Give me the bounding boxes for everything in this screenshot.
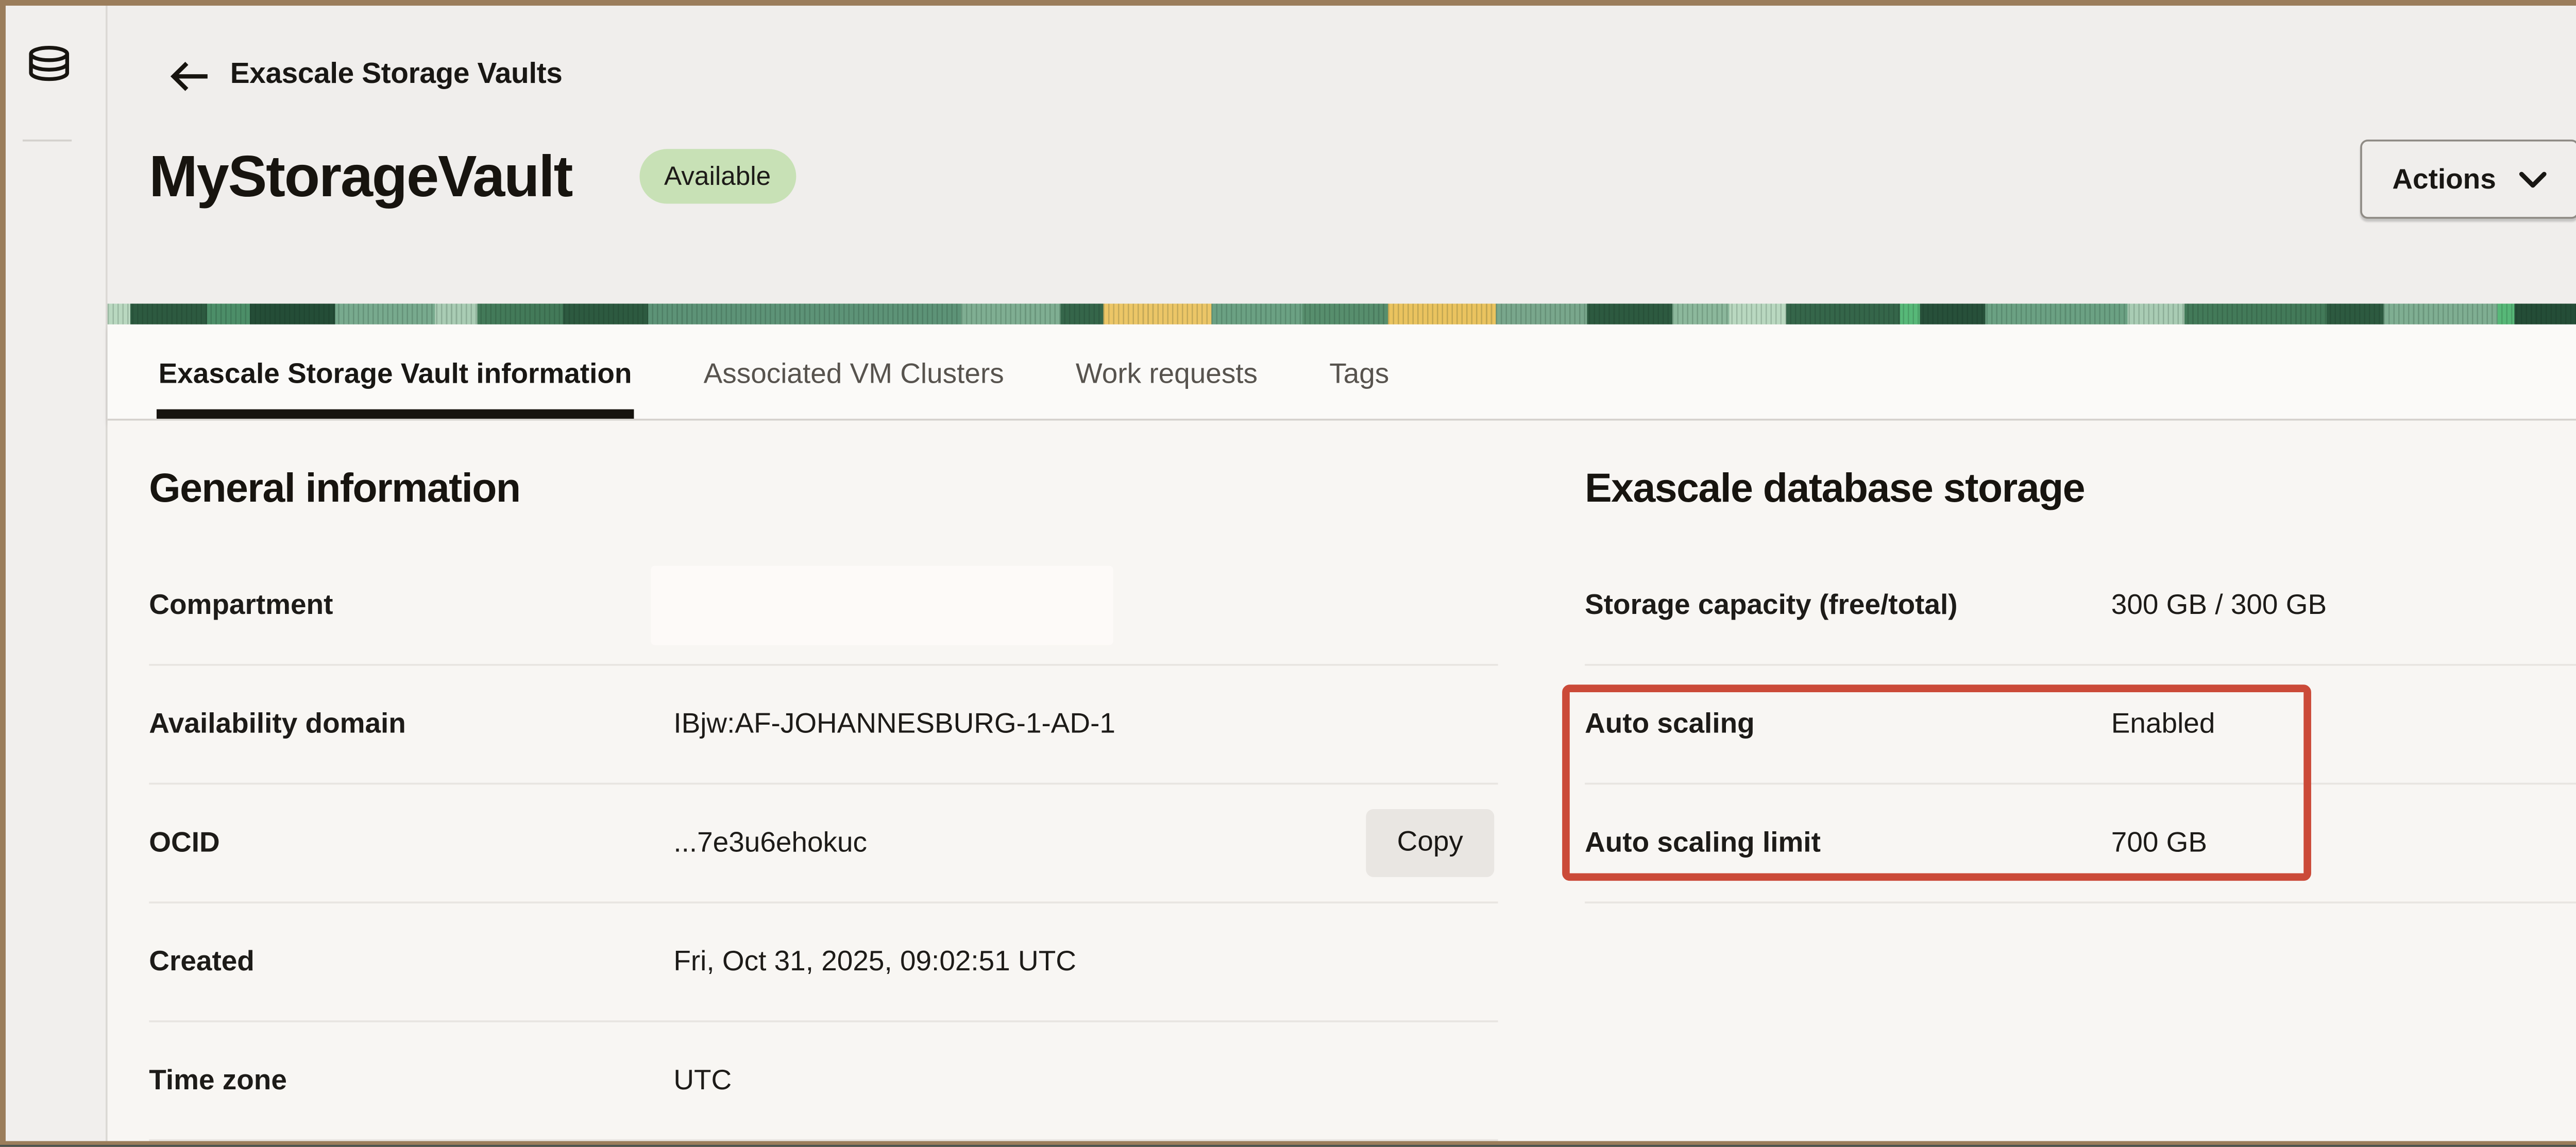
row-time-zone: Time zone UTC <box>149 1021 1498 1140</box>
exascale-database-storage-title: Exascale database storage <box>1585 462 2084 515</box>
compartment-label: Compartment <box>149 589 333 621</box>
row-auto-scaling-limit: Auto scaling limit 700 GB <box>1585 784 2576 903</box>
storage-capacity-label: Storage capacity (free/total) <box>1585 589 1957 621</box>
page-title: MyStorageVault <box>149 142 572 213</box>
auto-scaling-value: Enabled <box>2111 708 2215 740</box>
availability-domain-value: IBjw:AF-JOHANNESBURG-1-AD-1 <box>673 708 1115 740</box>
tab-bar: Exascale Storage Vault information Assoc… <box>108 324 2576 421</box>
exascale-database-storage-rows: Storage capacity (free/total) 300 GB / 3… <box>1585 546 2576 902</box>
tab-work-requests[interactable]: Work requests <box>1076 324 1258 419</box>
time-zone-value: UTC <box>673 1064 732 1096</box>
page-header: Exascale Storage Vaults MyStorageVault A… <box>108 6 2576 304</box>
created-label: Created <box>149 945 255 977</box>
window-content: Exascale Storage Vaults MyStorageVault A… <box>6 6 2576 1141</box>
main-area: Exascale Storage Vaults MyStorageVault A… <box>108 6 2576 1141</box>
row-ocid: OCID ...7e3u6ehokuc Copy <box>149 784 1498 903</box>
general-information-title: General information <box>149 462 520 515</box>
auto-scaling-label: Auto scaling <box>1585 708 1755 740</box>
copy-button[interactable]: Copy <box>1366 809 1494 877</box>
chevron-down-icon <box>2519 170 2547 187</box>
ocid-label: OCID <box>149 826 219 858</box>
storage-capacity-value: 300 GB / 300 GB <box>2111 589 2327 621</box>
availability-domain-label: Availability domain <box>149 708 406 740</box>
breadcrumb[interactable]: Exascale Storage Vaults <box>170 57 563 94</box>
created-value: Fri, Oct 31, 2025, 09:02:51 UTC <box>673 945 1076 977</box>
back-arrow-icon[interactable] <box>170 59 210 91</box>
general-information-rows: Compartment Availability domain IBjw:AF-… <box>149 546 1498 1140</box>
tab-tags[interactable]: Tags <box>1329 324 1389 419</box>
actions-button[interactable]: Actions <box>2360 140 2576 219</box>
ocid-value: ...7e3u6ehokuc <box>673 826 867 858</box>
database-icon[interactable] <box>26 45 72 94</box>
exascale-database-storage-section: Exascale database storage Storage capaci… <box>1585 421 2576 1141</box>
header-buttons: Actions Scale storage vault <box>2360 140 2576 219</box>
time-zone-label: Time zone <box>149 1064 287 1096</box>
tab-exascale-storage-vault-information[interactable]: Exascale Storage Vault information <box>159 324 632 419</box>
row-availability-domain: Availability domain IBjw:AF-JOHANNESBURG… <box>149 665 1498 784</box>
tab-associated-vm-clusters[interactable]: Associated VM Clusters <box>704 324 1004 419</box>
redacted-compartment-value <box>651 565 1113 644</box>
row-created: Created Fri, Oct 31, 2025, 09:02:51 UTC <box>149 903 1498 1022</box>
breadcrumb-label[interactable]: Exascale Storage Vaults <box>230 59 563 93</box>
row-auto-scaling: Auto scaling Enabled <box>1585 665 2576 784</box>
row-compartment: Compartment <box>149 546 1498 665</box>
sidebar <box>6 6 108 1141</box>
auto-scaling-limit-label: Auto scaling limit <box>1585 826 1821 858</box>
decorative-banner <box>108 304 2576 324</box>
auto-scaling-limit-value: 700 GB <box>2111 826 2207 858</box>
content-panel: General information Compartment Availabi… <box>108 421 2576 1141</box>
status-badge: Available <box>639 149 795 203</box>
actions-button-label: Actions <box>2392 163 2496 195</box>
sidebar-divider <box>23 140 72 142</box>
row-storage-capacity: Storage capacity (free/total) 300 GB / 3… <box>1585 546 2576 665</box>
oci-console-window: Exascale Storage Vaults MyStorageVault A… <box>0 0 2576 1146</box>
general-information-section: General information Compartment Availabi… <box>149 421 1498 1141</box>
